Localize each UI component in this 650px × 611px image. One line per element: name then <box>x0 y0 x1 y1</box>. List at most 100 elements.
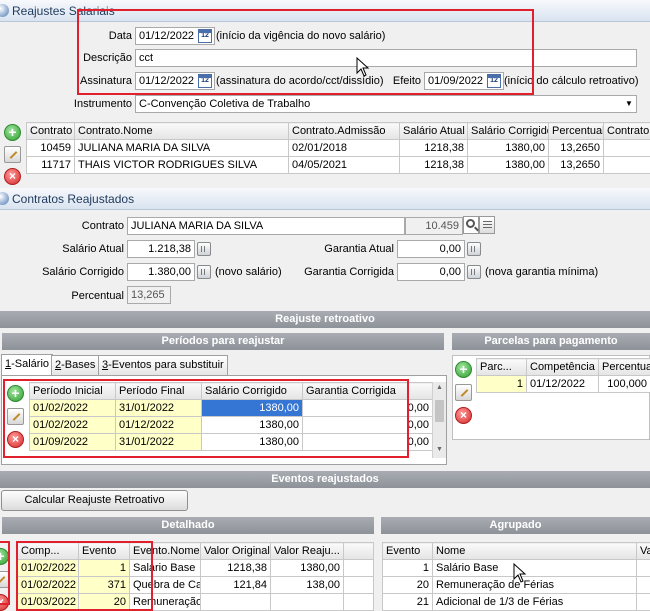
table-cell: 21 <box>383 594 433 611</box>
percentual-field: 13,265 <box>127 286 171 304</box>
contrato-code: 10.459 <box>405 217 463 235</box>
column-header[interactable]: Val <box>637 543 650 560</box>
window-title: Contratos Reajustados <box>12 192 134 206</box>
table-row[interactable]: 10459 JULIANA MARIA DA SILVA 02/01/2018 … <box>27 140 650 157</box>
tab-eventos-substituir[interactable]: 3-Eventos para substituir <box>98 355 228 375</box>
table-cell: 1380,00 <box>468 157 549 174</box>
garantia-atual-field[interactable]: 0,00 <box>397 240 465 258</box>
search-icon[interactable] <box>463 216 479 234</box>
column-header[interactable]: Contrato.Nome <box>75 123 289 140</box>
salario-atual-field[interactable]: 1.218,38 <box>127 240 195 258</box>
vertical-scrollbar[interactable]: ▲ ▼ <box>432 382 446 458</box>
window-icon <box>0 4 9 17</box>
table-row[interactable]: 1 01/12/2022 100,000 <box>477 376 650 393</box>
table-cell: Remuneração de Férias <box>433 577 637 594</box>
highlight-box <box>3 379 409 458</box>
calculator-icon[interactable] <box>197 242 211 256</box>
column-header-empty <box>344 543 374 560</box>
column-header[interactable]: Competência <box>527 359 599 376</box>
table-cell: 10459 <box>27 140 75 157</box>
column-header[interactable]: Percentual <box>599 359 650 376</box>
table-cell <box>604 140 650 157</box>
highlight-box <box>16 541 153 611</box>
garantia-corrigida-label: Garantia Corrigida <box>290 266 394 278</box>
column-header[interactable]: Parc... <box>477 359 527 376</box>
garantia-corrigida-hint: (nova garantia mínima) <box>485 266 598 278</box>
instrumento-select[interactable]: C-Convenção Coletiva de Trabalho <box>135 95 637 113</box>
contrato-label: Contrato <box>60 220 124 232</box>
table-cell <box>271 594 344 611</box>
table-cell: THAIS VICTOR RODRIGUES SILVA <box>75 157 289 174</box>
table-cell: JULIANA MARIA DA SILVA <box>75 140 289 157</box>
add-button[interactable]: + <box>455 361 472 378</box>
percentual-label: Percentual <box>50 290 124 302</box>
table-cell: 13,2650 <box>549 157 604 174</box>
contrato-field[interactable]: JULIANA MARIA DA SILVA <box>127 217 405 235</box>
table-cell <box>344 594 374 611</box>
table-cell[interactable]: 100,000 <box>599 376 650 393</box>
table-cell <box>344 560 374 577</box>
table-cell: 13,2650 <box>549 140 604 157</box>
table-row[interactable]: 21 Adicional de 1/3 de Férias <box>383 594 650 611</box>
highlight-box <box>0 541 10 605</box>
table-cell: 1 <box>383 560 433 577</box>
highlight-box <box>77 9 534 95</box>
salario-corrigido-label: Salário Corrigido <box>30 266 124 278</box>
edit-button[interactable] <box>455 384 472 401</box>
section-header-agrupado: Agrupado <box>381 517 650 534</box>
salario-atual-label: Salário Atual <box>40 243 124 255</box>
table-cell: Salário Base <box>433 560 637 577</box>
column-header[interactable]: Valor Reaju... <box>271 543 344 560</box>
salario-corrigido-field[interactable]: 1.380,00 <box>127 263 195 281</box>
column-header[interactable]: Salário Atual <box>400 123 468 140</box>
column-header[interactable]: Contrato <box>604 123 650 140</box>
section-header-periodos: Períodos para reajustar <box>2 333 444 350</box>
column-header[interactable]: Percentual <box>549 123 604 140</box>
table-cell: 11717 <box>27 157 75 174</box>
calculator-icon[interactable] <box>467 242 481 256</box>
column-header[interactable]: Valor Original <box>201 543 271 560</box>
table-cell: 04/05/2021 <box>289 157 400 174</box>
table-cell: Adicional de 1/3 de Férias <box>433 594 637 611</box>
edit-button[interactable] <box>4 146 21 163</box>
list-icon[interactable] <box>479 216 495 234</box>
mouse-cursor-icon <box>513 563 529 585</box>
table-header-row: Contrato Contrato.Nome Contrato.Admissão… <box>27 123 650 140</box>
dropdown-arrow-icon[interactable]: ▼ <box>625 99 633 108</box>
column-header[interactable]: Contrato.Admissão <box>289 123 400 140</box>
table-header-row: Evento Nome Val <box>383 543 650 560</box>
table-cell[interactable]: 1 <box>477 376 527 393</box>
delete-button[interactable]: × <box>455 407 472 424</box>
section-header-reajuste-retroativo: Reajuste retroativo <box>0 311 650 328</box>
garantia-atual-label: Garantia Atual <box>300 243 394 255</box>
table-cell[interactable]: 01/12/2022 <box>527 376 599 393</box>
table-cell: 138,00 <box>271 577 344 594</box>
calcular-reajuste-button[interactable]: Calcular Reajuste Retroativo <box>1 490 188 511</box>
delete-button[interactable]: × <box>4 168 21 185</box>
mouse-cursor-icon <box>356 57 372 79</box>
column-header[interactable]: Salário Corrigido <box>468 123 549 140</box>
garantia-corrigida-field[interactable]: 0,00 <box>397 263 465 281</box>
tab-bases[interactable]: 2-Bases <box>51 355 99 375</box>
calculator-icon[interactable] <box>197 265 211 279</box>
table-cell: 20 <box>383 577 433 594</box>
table-cell: 02/01/2018 <box>289 140 400 157</box>
table-header-row: Parc... Competência Percentual <box>477 359 650 376</box>
tab-salario[interactable]: 1-Salário <box>1 354 53 375</box>
column-header[interactable]: Nome <box>433 543 637 560</box>
table-cell <box>604 157 650 174</box>
contracts-table[interactable]: Contrato Contrato.Nome Contrato.Admissão… <box>26 122 650 174</box>
table-row[interactable]: 11717 THAIS VICTOR RODRIGUES SILVA 04/05… <box>27 157 650 174</box>
column-header[interactable]: Evento <box>383 543 433 560</box>
instrumento-label: Instrumento <box>60 98 132 110</box>
section-header-detalhado: Detalhado <box>2 517 374 534</box>
scrollbar-thumb[interactable] <box>435 400 444 422</box>
column-header[interactable]: Contrato <box>27 123 75 140</box>
section-header-parcelas: Parcelas para pagamento <box>452 333 650 350</box>
add-button[interactable]: + <box>4 124 21 141</box>
parcelas-table[interactable]: Parc... Competência Percentual 1 01/12/2… <box>476 358 650 393</box>
calculator-icon[interactable] <box>467 265 481 279</box>
table-cell <box>637 594 650 611</box>
table-cell <box>344 577 374 594</box>
section-header-eventos-reajustados: Eventos reajustados <box>0 471 650 488</box>
